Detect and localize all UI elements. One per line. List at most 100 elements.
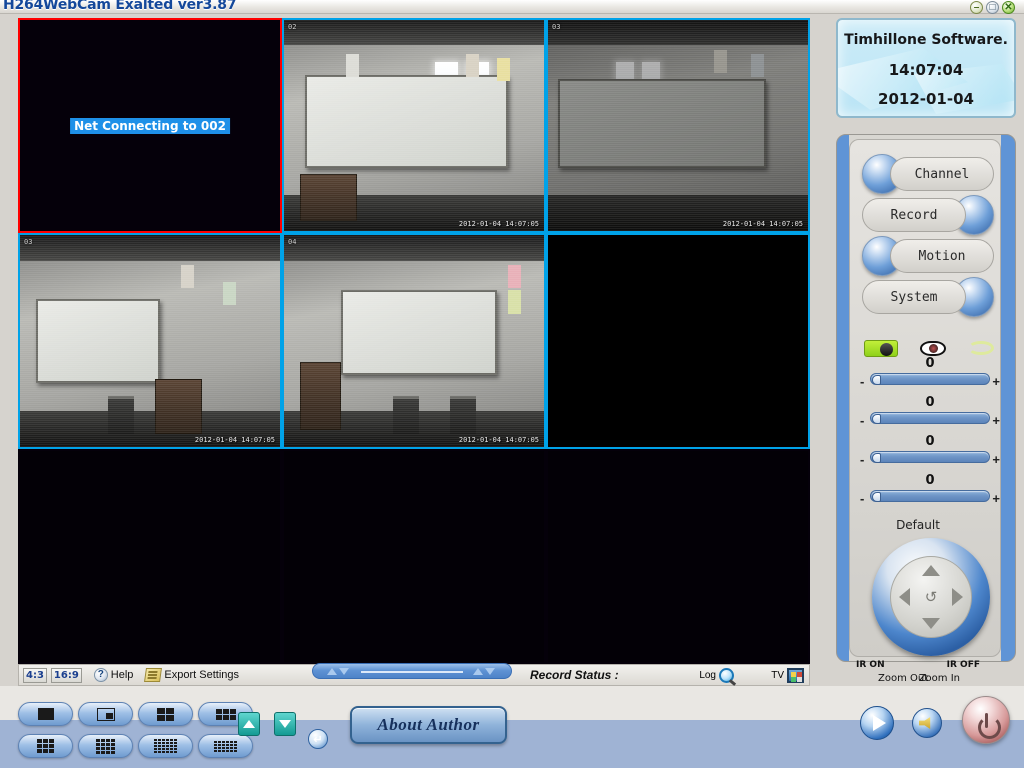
bottom-toolbar: ↵ 12345678910111213141516171819202122232…	[0, 686, 1024, 768]
video-horizontal-scrollbar[interactable]	[312, 663, 512, 679]
scroll-left-arrows[interactable]	[327, 668, 351, 676]
layout-25-icon	[154, 739, 177, 753]
channel-button[interactable]: Channel	[862, 154, 994, 194]
tv-button[interactable]: TV	[771, 667, 804, 683]
layout-32-button[interactable]	[198, 734, 253, 758]
layout-9-icon	[37, 739, 54, 753]
contrast-value: 0	[925, 395, 935, 410]
channel-label: Channel	[890, 157, 994, 191]
contrast-knob[interactable]	[872, 414, 881, 424]
speaker-icon	[919, 717, 931, 729]
audio-button[interactable]	[912, 708, 942, 738]
aspect-ratio-16-9-button[interactable]: 16:9	[50, 667, 82, 683]
maximize-button[interactable]: □	[986, 1, 999, 14]
contrast-slider[interactable]: 0 - +	[860, 395, 1000, 435]
contrast-track[interactable]	[870, 412, 990, 424]
about-author-button[interactable]: About Author	[350, 706, 507, 744]
brightness-knob[interactable]	[872, 375, 881, 385]
record-button[interactable]: Record	[862, 195, 994, 235]
scroll-right-arrows[interactable]	[473, 668, 497, 676]
video-pane-1[interactable]: Net Connecting to 002	[18, 18, 282, 234]
layout-16-icon	[96, 738, 115, 754]
page-up-button[interactable]	[238, 712, 260, 736]
layout-16-button[interactable]	[78, 734, 133, 758]
ptz-right-icon[interactable]	[952, 588, 963, 606]
contrast-plus[interactable]: +	[992, 413, 1000, 428]
clock-panel: Timhillone Software. 14:07:04 2012-01-04	[836, 18, 1016, 118]
help-button[interactable]: ? Help	[93, 668, 134, 682]
pane-timestamp: 2012-01-04 14:07:05	[194, 435, 275, 444]
layout-9-button[interactable]	[18, 734, 73, 758]
motion-label: Motion	[890, 239, 994, 273]
video-pane-8[interactable]	[282, 448, 546, 664]
pane-timestamp: 2012-01-04 14:07:05	[458, 435, 539, 444]
exit-button[interactable]: ↵	[308, 729, 328, 749]
video-pane-2[interactable]: 02 2012-01-04 14:07:05	[282, 18, 546, 234]
camera-scene	[284, 20, 544, 232]
ir-on-label[interactable]: IR ON	[856, 660, 885, 670]
brightness-track[interactable]	[870, 373, 990, 385]
ir-off-label[interactable]: IR OFF	[947, 660, 980, 670]
video-pane-5[interactable]: 04 2012-01-04 14:07:05	[282, 233, 546, 449]
saturation-plus[interactable]: +	[992, 452, 1000, 467]
motion-button[interactable]: Motion	[862, 236, 994, 276]
export-settings-button[interactable]: Export Settings	[144, 668, 240, 682]
power-button[interactable]	[962, 696, 1010, 744]
help-label: Help	[110, 669, 134, 681]
hue-plus[interactable]: +	[992, 491, 1000, 506]
brightness-icon[interactable]	[864, 339, 898, 357]
ptz-down-icon[interactable]	[922, 618, 940, 629]
brand-label: Timhillone Software.	[844, 32, 1008, 48]
saturation-slider[interactable]: 0 - +	[860, 434, 1000, 474]
ptz-left-icon[interactable]	[899, 588, 910, 606]
video-pane-4[interactable]: 03 2012-01-04 14:07:05	[18, 233, 282, 449]
ptz-up-icon[interactable]	[922, 565, 940, 576]
maximize-icon: □	[989, 2, 996, 13]
log-button[interactable]: Log	[699, 667, 734, 683]
scrollbar-track	[361, 671, 463, 673]
record-status-area: Record Status : Log TV	[530, 664, 810, 686]
saturation-value: 0	[925, 434, 935, 449]
export-settings-label: Export Settings	[164, 669, 240, 681]
ptz-control[interactable]: ↺	[872, 538, 990, 656]
saturation-knob[interactable]	[872, 453, 881, 463]
brightness-minus[interactable]: -	[860, 374, 864, 389]
control-panel: Channel Record Motion System 0 - + 0 - +…	[836, 134, 1016, 684]
layout-4-icon	[157, 707, 174, 721]
hue-minus[interactable]: -	[860, 491, 864, 506]
video-pane-7[interactable]	[18, 448, 282, 664]
brightness-plus[interactable]: +	[992, 374, 1000, 389]
layout-1-button[interactable]	[18, 702, 73, 726]
video-pane-6[interactable]	[546, 233, 810, 449]
rotate-icon[interactable]	[968, 341, 994, 355]
play-icon	[872, 715, 886, 731]
default-button[interactable]: Default	[850, 518, 986, 532]
ptz-reset-icon[interactable]: ↺	[925, 588, 938, 606]
hue-slider[interactable]: 0 - +	[860, 473, 1000, 513]
aspect-ratio-4-3-button[interactable]: 4:3	[23, 667, 47, 683]
layout-1-icon	[37, 708, 54, 720]
layout-25-button[interactable]	[138, 734, 193, 758]
video-pane-3[interactable]: 03 2012-01-04 14:07:05	[546, 18, 810, 234]
hue-knob[interactable]	[872, 492, 881, 502]
close-icon: ✕	[1004, 2, 1013, 13]
eye-icon[interactable]	[920, 340, 946, 356]
play-button[interactable]	[860, 706, 894, 740]
layout-pip-button[interactable]	[78, 702, 133, 726]
pane-timestamp: 2012-01-04 14:07:05	[458, 220, 539, 229]
contrast-minus[interactable]: -	[860, 413, 864, 428]
layout-4-button[interactable]	[138, 702, 193, 726]
system-button[interactable]: System	[862, 277, 994, 317]
zoom-in-label[interactable]: Zoom In	[919, 673, 960, 684]
video-pane-9[interactable]	[546, 448, 810, 664]
page-down-button[interactable]	[274, 712, 296, 736]
saturation-track[interactable]	[870, 451, 990, 463]
hue-track[interactable]	[870, 490, 990, 502]
close-button[interactable]: ✕	[1002, 1, 1015, 14]
clock-date: 2012-01-04	[878, 90, 974, 108]
layout-button-group	[8, 686, 308, 768]
minimize-button[interactable]: –	[970, 1, 983, 14]
hue-value: 0	[925, 473, 935, 488]
brightness-slider[interactable]: 0 - +	[860, 356, 1000, 396]
saturation-minus[interactable]: -	[860, 452, 864, 467]
